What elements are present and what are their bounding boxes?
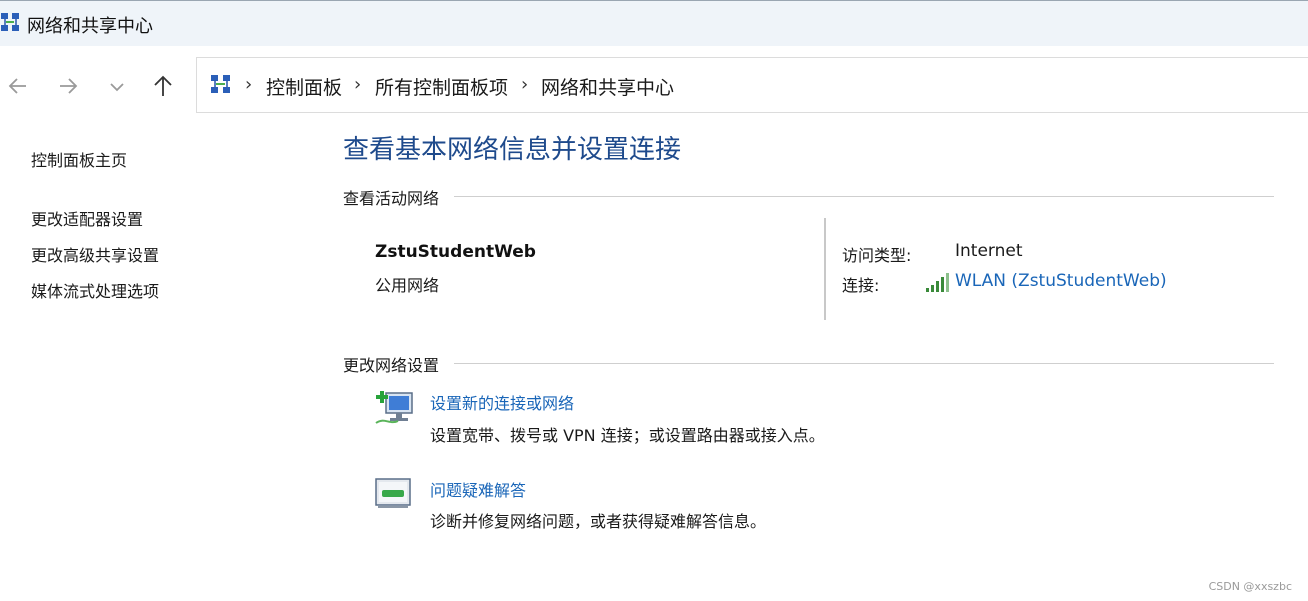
breadcrumb-separator: › [521, 74, 529, 95]
navigation-bar: › 控制面板 › 所有控制面板项 › 网络和共享中心 [0, 57, 1308, 113]
section-divider [454, 363, 1274, 364]
network-center-icon [211, 75, 230, 93]
up-arrow-icon[interactable] [146, 69, 180, 103]
troubleshoot-link[interactable]: 问题疑难解答 [430, 477, 526, 501]
wlan-connection-link[interactable]: WLAN (ZstuStudentWeb) [955, 271, 1167, 291]
setup-connection-link[interactable]: 设置新的连接或网络 [430, 390, 574, 414]
breadcrumb-separator: › [354, 74, 362, 95]
address-bar[interactable]: › 控制面板 › 所有控制面板项 › 网络和共享中心 [196, 57, 1308, 113]
watermark: CSDN @xxszbc [1208, 580, 1292, 593]
troubleshoot-icon [375, 478, 411, 508]
sidebar-item-media-streaming[interactable]: 媒体流式处理选项 [31, 278, 159, 302]
forward-arrow-icon[interactable] [52, 69, 86, 103]
access-type-value: Internet [955, 241, 1023, 261]
wifi-signal-icon [926, 273, 949, 292]
access-type-label: 访问类型: [842, 246, 912, 265]
breadcrumb-control-panel[interactable]: 控制面板 [266, 73, 342, 100]
network-category: 公用网络 [375, 276, 440, 295]
window-title: 网络和共享中心 [27, 16, 153, 37]
new-connection-icon [375, 391, 413, 424]
vertical-divider [824, 218, 826, 320]
sidebar-item-adapter-settings[interactable]: 更改适配器设置 [31, 206, 143, 230]
breadcrumb-all-items[interactable]: 所有控制面板项 [375, 73, 508, 100]
page-title: 查看基本网络信息并设置连接 [343, 135, 682, 165]
active-networks-heading: 查看活动网络 [343, 189, 440, 208]
change-settings-heading: 更改网络设置 [343, 356, 440, 375]
setup-connection-description: 设置宽带、拨号或 VPN 连接；或设置路由器或接入点。 [430, 426, 825, 445]
connection-label: 连接: [842, 276, 880, 295]
recent-locations-chevron-icon[interactable] [100, 69, 134, 103]
title-bar: 网络和共享中心 [0, 0, 1308, 46]
breadcrumb-network-center[interactable]: 网络和共享中心 [541, 73, 674, 100]
breadcrumb-separator: › [245, 74, 253, 95]
troubleshoot-description: 诊断并修复网络问题，或者获得疑难解答信息。 [430, 512, 767, 531]
section-divider [454, 196, 1274, 197]
network-name: ZstuStudentWeb [375, 242, 536, 262]
sidebar-item-advanced-sharing[interactable]: 更改高级共享设置 [31, 242, 159, 266]
network-center-icon [1, 13, 19, 31]
sidebar-home-link[interactable]: 控制面板主页 [31, 147, 127, 171]
back-arrow-icon[interactable] [2, 69, 36, 103]
